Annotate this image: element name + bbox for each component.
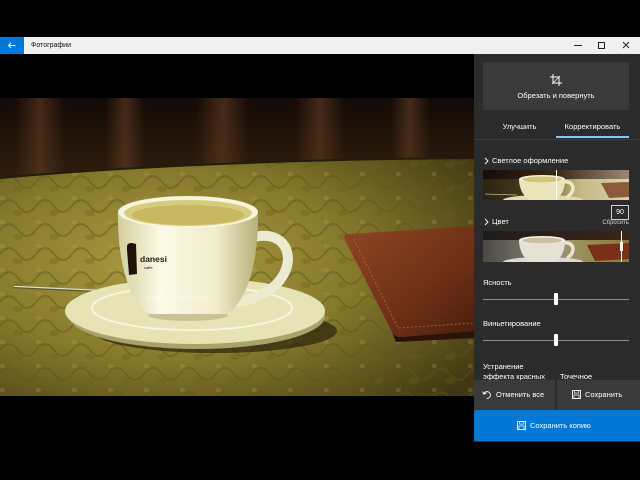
edit-panel: Обрезать и повернуть Улучшить Корректиро…	[474, 54, 640, 442]
light-level-indicator[interactable]	[555, 170, 557, 200]
edit-tabs: Улучшить Корректировать	[483, 116, 629, 138]
vignette-slider[interactable]	[483, 334, 629, 346]
minimize-button[interactable]	[566, 37, 590, 54]
photo-canvas: danesi caffe MalinaLime.com	[0, 54, 474, 442]
coffee	[132, 205, 244, 225]
title-bar: Фотографии	[0, 37, 640, 54]
clarity-slider[interactable]	[483, 293, 629, 305]
clarity-label: Ясность	[483, 278, 512, 287]
clarity-slider-thumb[interactable]	[554, 293, 558, 305]
back-arrow-icon	[7, 42, 16, 49]
light-section-header[interactable]: Светлое оформление	[474, 156, 640, 166]
vignette-slider-thumb[interactable]	[554, 334, 558, 346]
app-title: Фотографии	[31, 42, 72, 49]
save-copy-label: Сохранить копию	[530, 421, 591, 430]
action-bar: Отменить все Сохранить	[474, 380, 640, 410]
color-section-header[interactable]: Цвет	[474, 217, 584, 227]
color-reset-link[interactable]: Сбросить	[602, 219, 629, 227]
back-button[interactable]	[0, 37, 24, 54]
undo-all-button[interactable]: Отменить все	[474, 380, 555, 410]
color-preview-image	[483, 231, 629, 262]
color-level-handle[interactable]	[620, 242, 624, 251]
close-button[interactable]	[614, 37, 638, 54]
light-preview-strip[interactable]	[483, 170, 629, 200]
maximize-button[interactable]	[589, 37, 613, 54]
color-strip-coffee	[522, 237, 562, 244]
light-label: Светлое оформление	[492, 156, 569, 165]
cup-logo-bean	[127, 243, 135, 249]
undo-icon	[482, 391, 491, 399]
cup-brand-text: danesi	[140, 254, 167, 264]
chevron-right-icon	[484, 218, 489, 226]
red-eye-tool[interactable]: Устранение эффекта красных	[483, 362, 553, 382]
tab-adjust[interactable]: Корректировать	[556, 116, 629, 138]
color-value-tooltip: 90	[611, 205, 629, 220]
photo-preview: danesi caffe MalinaLime.com	[0, 98, 474, 396]
vignette-label: Виньетирование	[483, 319, 541, 328]
save-icon	[572, 390, 581, 399]
crop-icon	[550, 74, 562, 86]
chevron-right-icon	[484, 157, 489, 165]
minimize-icon	[574, 45, 582, 46]
maximize-icon	[598, 42, 605, 49]
save-copy-button[interactable]: Сохранить копию	[474, 410, 640, 441]
color-label: Цвет	[492, 217, 509, 226]
close-icon	[622, 41, 630, 49]
watermark-text: MalinaLime.com	[146, 293, 212, 303]
crop-rotate-button[interactable]: Обрезать и повернуть	[483, 62, 629, 110]
save-label: Сохранить	[585, 390, 623, 399]
tabs-divider	[474, 139, 640, 140]
save-button[interactable]: Сохранить	[557, 380, 640, 410]
color-preview-strip[interactable]	[483, 231, 629, 262]
undo-all-label: Отменить все	[496, 390, 545, 399]
cup-brand-subtext: caffe	[144, 265, 153, 270]
save-copy-icon	[517, 421, 526, 430]
tab-enhance[interactable]: Улучшить	[483, 116, 556, 138]
crop-rotate-label: Обрезать и повернуть	[517, 91, 595, 100]
color-level-indicator[interactable]	[620, 231, 624, 262]
